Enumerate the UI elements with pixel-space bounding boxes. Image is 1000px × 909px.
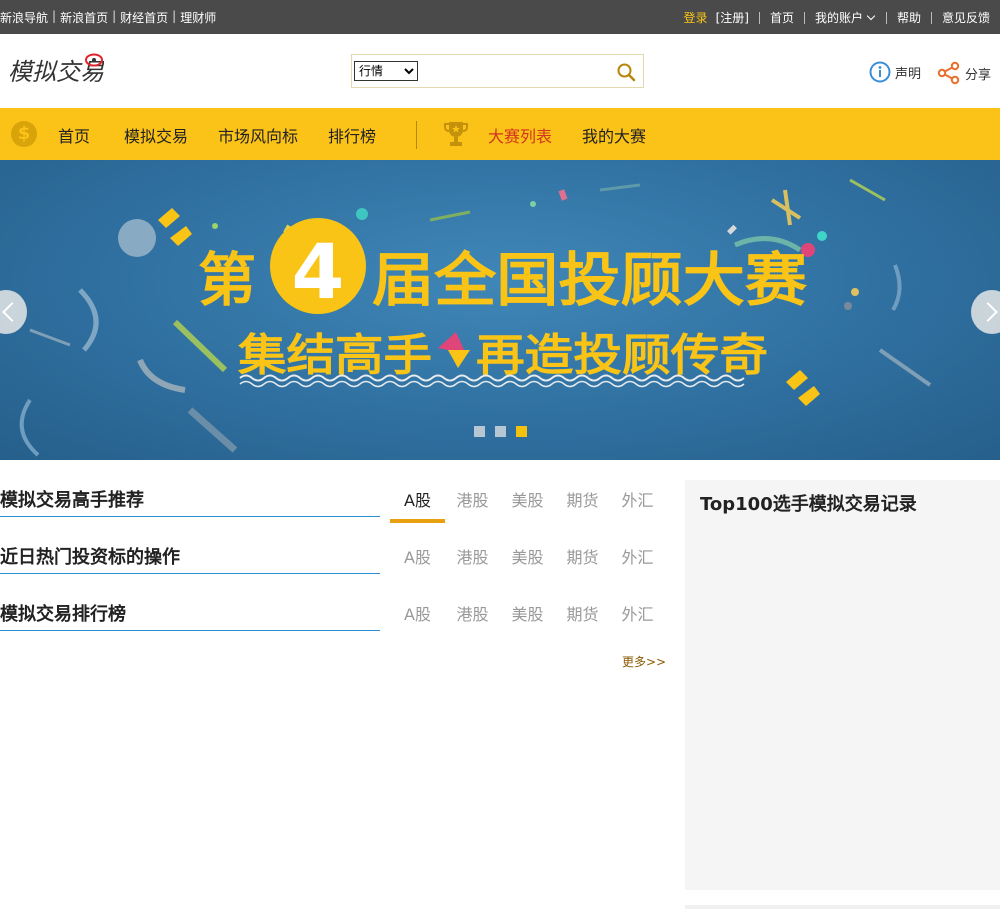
advisor-link[interactable]: 理财师 [180,9,216,26]
separator: | [172,9,177,23]
my-account-link[interactable]: 我的账户 [815,9,876,26]
sina-eye-pupil [92,58,96,62]
section-title-ranking: 模拟交易排行榜 [0,594,380,631]
top100-panel: Top100选手模拟交易记录 [685,480,1000,890]
tab-futures[interactable]: 期货 [555,544,610,580]
promo-banner[interactable]: 第 4 届全国投顾大赛 集结高手 再造投顾传奇 [0,160,1000,460]
top100-panel-title: Top100选手模拟交易记录 [700,494,917,515]
tab-a-share[interactable]: A股 [390,601,445,637]
nav-item-home[interactable]: 首页 [58,123,90,147]
market-tabs-ranking: A股 港股 美股 期货 外汇 [390,601,665,637]
separator [803,11,805,24]
header: 模拟交易 行情 声明 分享 [0,34,1000,108]
nav-item-sim-trading[interactable]: 模拟交易 [124,123,188,147]
nav-item-market-indicator[interactable]: 市场风向标 [218,123,298,147]
login-link[interactable]: 登录 [684,9,708,26]
section-title-top-traders: 模拟交易高手推荐 [0,480,380,517]
separator [930,11,932,24]
top-utility-bar: 新浪导航 | 新浪首页 | 财经首页 | 理财师 登录 [注册] 首页 我的账户… [0,0,1000,34]
top-left-links: 新浪导航 | 新浪首页 | 财经首页 | 理财师 [0,9,216,26]
trophy-icon [444,122,468,146]
banner-dot-2[interactable] [495,426,506,437]
top-right-links: 登录 [注册] 首页 我的账户 帮助 意见反馈 [684,9,990,26]
search-input[interactable] [422,59,612,83]
tab-us-stock[interactable]: 美股 [500,601,555,637]
section-title-text: 模拟交易排行榜 [0,604,126,625]
home-link[interactable]: 首页 [770,9,794,26]
share-label: 分享 [965,67,992,83]
tab-forex[interactable]: 外汇 [610,544,665,580]
banner-edition-number: 4 [292,227,345,316]
tab-a-share[interactable]: A股 [390,487,445,523]
banner-subtitle-left: 集结高手 [237,330,432,381]
banner-dot-3[interactable] [516,426,527,437]
more-link[interactable]: 更多>> [622,653,666,670]
banner-title-prefix: 第 [198,246,256,314]
separator [758,11,760,24]
tab-a-share[interactable]: A股 [390,544,445,580]
separator [885,11,887,24]
sim-trading-logo[interactable]: 模拟交易 [8,50,104,90]
section-title-text: 模拟交易高手推荐 [0,490,144,511]
info-icon [869,61,891,83]
dollar-icon: $ [11,121,37,147]
tab-futures[interactable]: 期货 [555,601,610,637]
search-icon[interactable] [615,61,637,83]
tab-futures[interactable]: 期货 [555,487,610,523]
separator: | [112,9,117,23]
sina-nav-link[interactable]: 新浪导航 [0,9,48,26]
finance-home-link[interactable]: 财经首页 [120,9,168,26]
tab-hk-stock[interactable]: 港股 [445,544,500,580]
nav-item-contest-list[interactable]: 大赛列表 [488,123,552,147]
section-title-text: 近日热门投资标的操作 [0,547,180,568]
share-link[interactable]: 分享 [937,61,991,85]
banner-pagination [474,426,537,437]
market-tabs-hot-targets: A股 港股 美股 期货 外汇 [390,544,665,580]
panel-bottom-edge [685,905,1000,909]
nav-item-my-contest[interactable]: 我的大赛 [582,123,646,147]
tab-us-stock[interactable]: 美股 [500,544,555,580]
feedback-link[interactable]: 意见反馈 [942,9,990,26]
tab-forex[interactable]: 外汇 [610,601,665,637]
market-tabs-top-traders: A股 港股 美股 期货 外汇 [390,487,665,523]
banner-subtitle-right: 再造投顾传奇 [476,330,768,381]
sina-home-link[interactable]: 新浪首页 [60,9,108,26]
main-nav: $ 首页 模拟交易 市场风向标 排行榜 大赛列表 我的大赛 [0,108,1000,160]
tab-hk-stock[interactable]: 港股 [445,601,500,637]
separator: | [52,9,57,23]
statement-label: 声明 [895,66,922,82]
banner-title-suffix: 届全国投顾大赛 [372,246,808,314]
tab-forex[interactable]: 外汇 [610,487,665,523]
tab-hk-stock[interactable]: 港股 [445,487,500,523]
statement-link[interactable]: 声明 [869,61,921,83]
search-type-select[interactable]: 行情 [354,61,418,81]
section-title-hot-targets: 近日热门投资标的操作 [0,537,380,574]
my-account-label: 我的账户 [814,11,863,25]
register-link[interactable]: [注册] [716,9,749,26]
banner-artwork: 第 4 届全国投顾大赛 集结高手 再造投顾传奇 [19,178,932,457]
banner-dot-1[interactable] [474,426,485,437]
help-link[interactable]: 帮助 [897,9,921,26]
share-icon [937,61,960,85]
nav-item-ranking[interactable]: 排行榜 [328,123,376,147]
search-box: 行情 [351,54,644,88]
nav-divider [416,121,417,149]
logo-text: 模拟交易 [8,58,104,86]
tab-us-stock[interactable]: 美股 [500,487,555,523]
chevron-down-icon [866,11,876,21]
